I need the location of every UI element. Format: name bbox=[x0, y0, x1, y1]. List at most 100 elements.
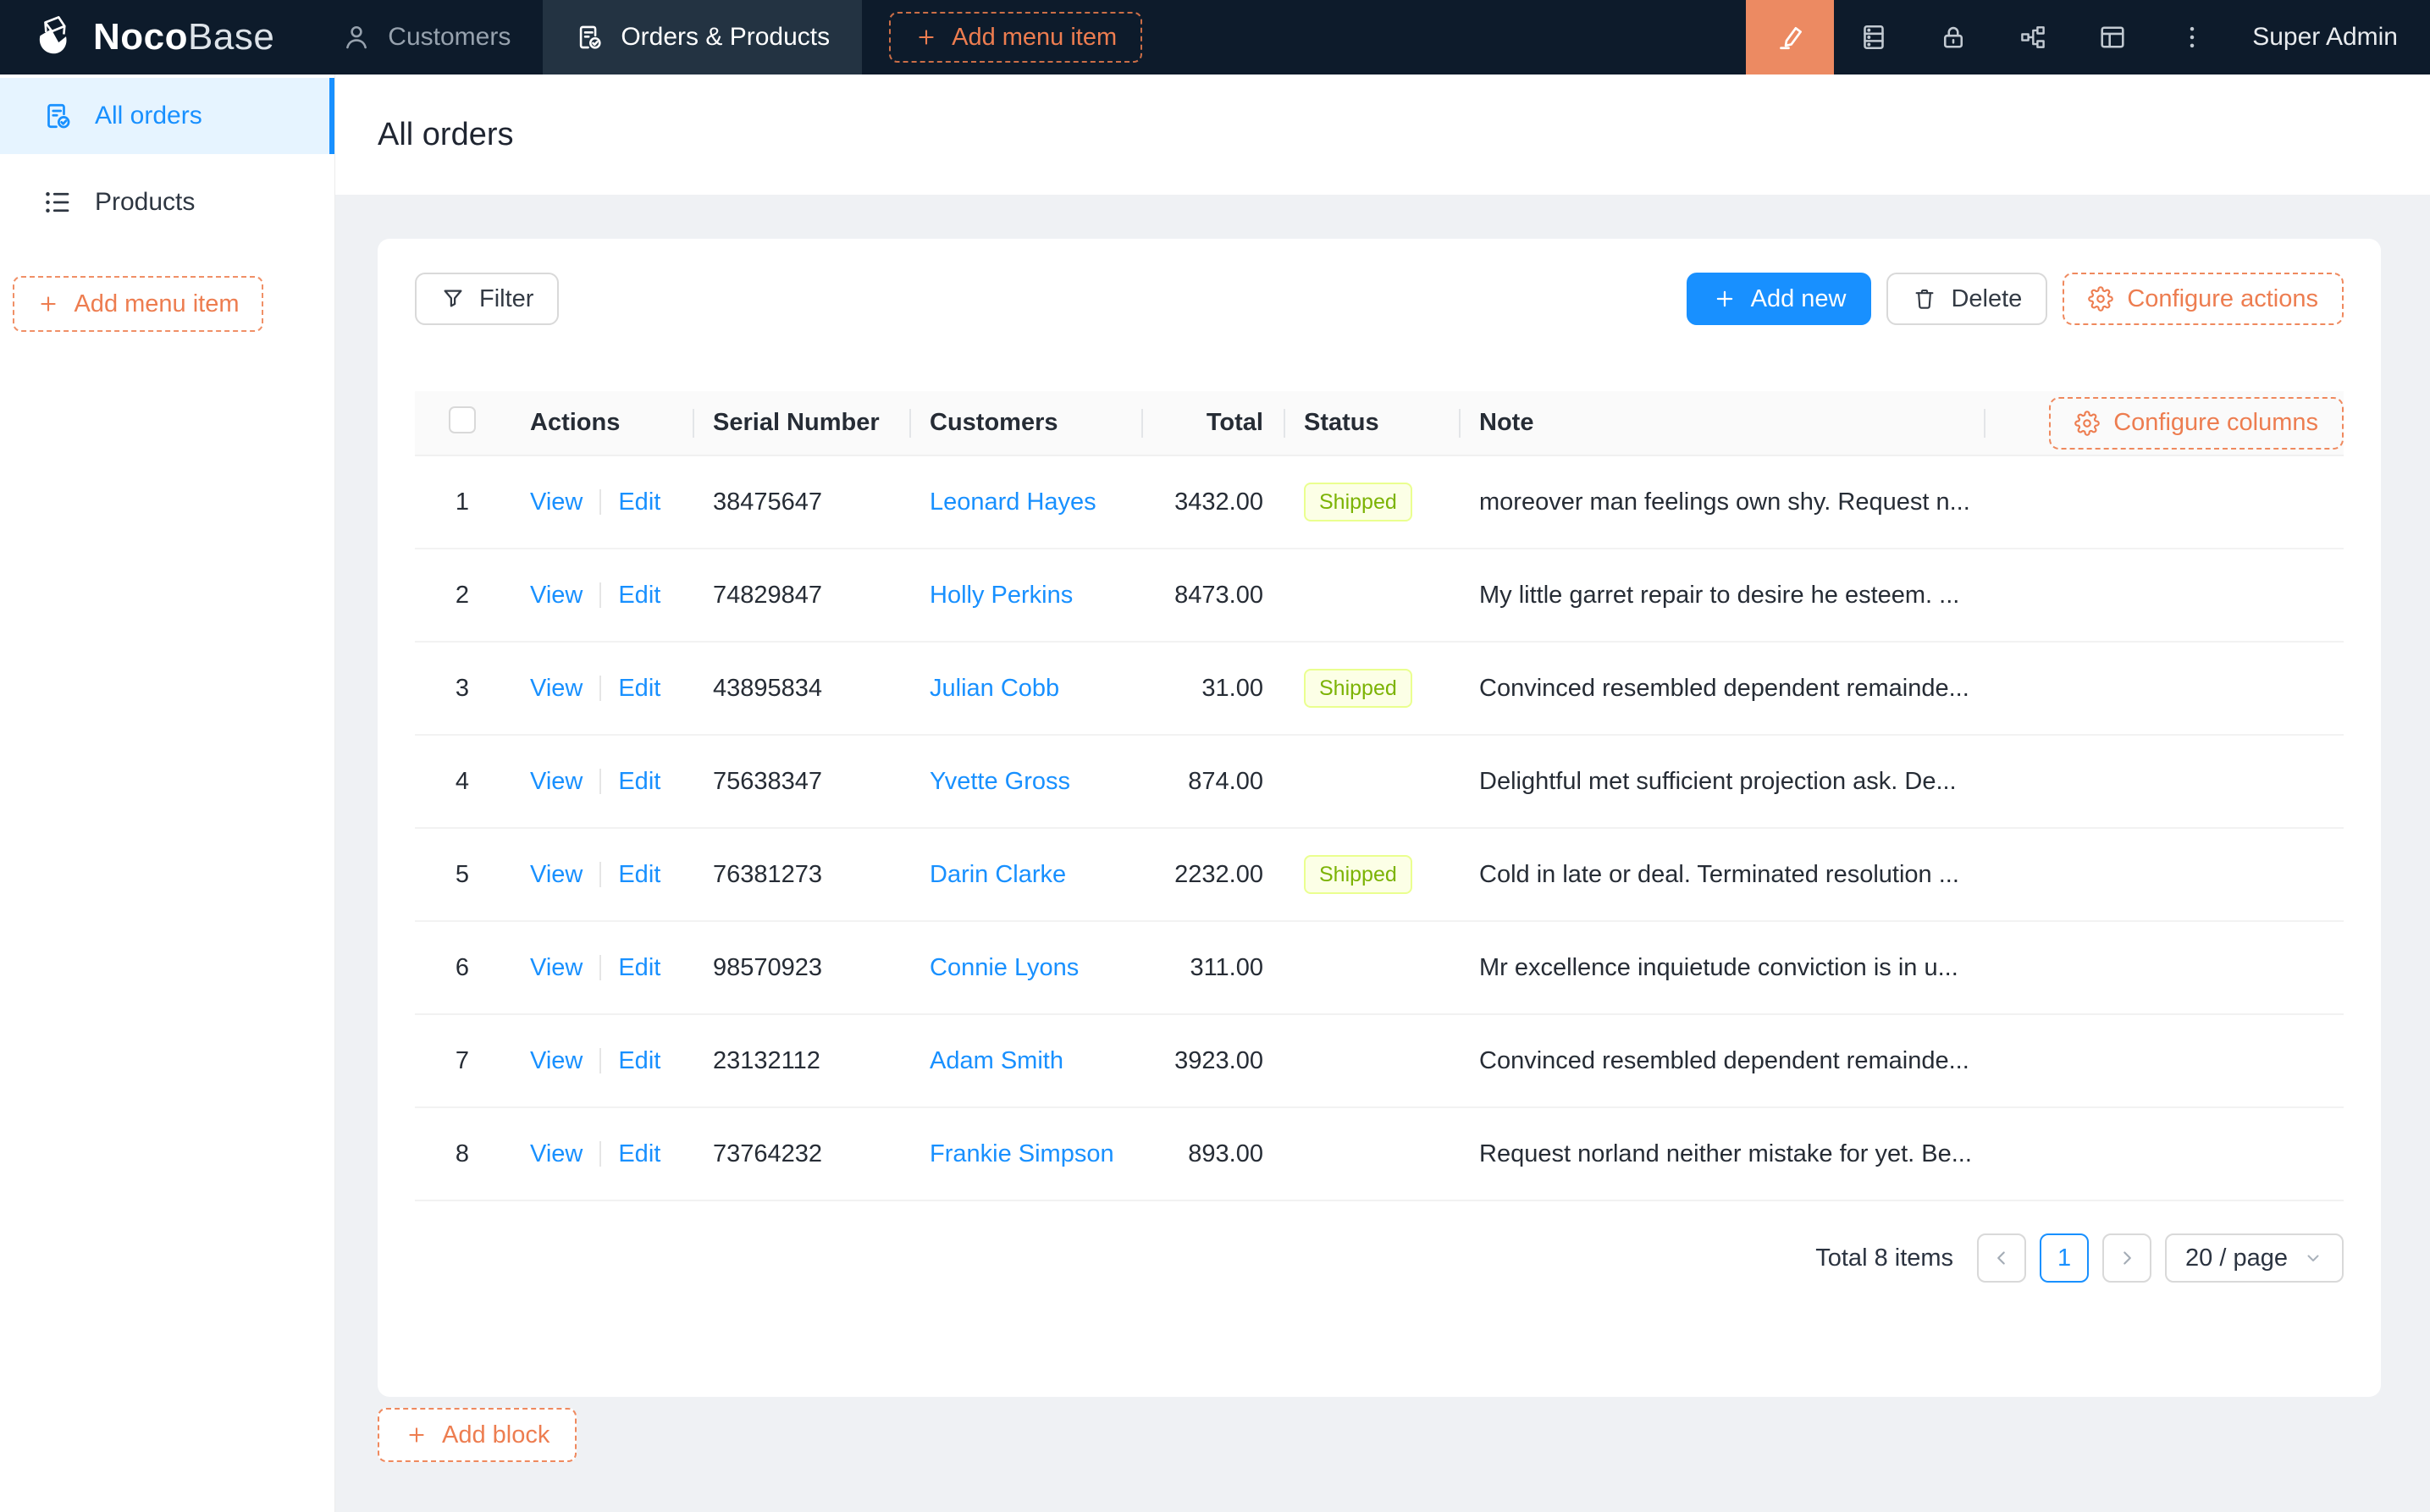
total-cell: 31.00 bbox=[1141, 642, 1284, 735]
customer-cell: Frankie Simpson bbox=[909, 1107, 1141, 1200]
collections-button[interactable] bbox=[1834, 0, 1914, 74]
add-new-button[interactable]: Add new bbox=[1687, 273, 1872, 325]
serial-number-cell: 43895834 bbox=[693, 642, 909, 735]
row-actions-cell: View Edit bbox=[510, 735, 693, 828]
add-block-button[interactable]: Add block bbox=[378, 1408, 577, 1462]
nav-item-customers[interactable]: Customers bbox=[310, 0, 543, 74]
configure-columns-button[interactable]: Configure columns bbox=[2049, 397, 2344, 450]
status-cell bbox=[1284, 1014, 1459, 1107]
pagination: Total 8 items 1 20 / page bbox=[415, 1233, 2344, 1283]
table-row: 2 View Edit 74829847 Holly Perkins 8473.0… bbox=[415, 549, 2344, 642]
add-menu-item-button-sidebar[interactable]: Add menu item bbox=[13, 276, 263, 332]
note-cell: Cold in late or deal. Terminated resolut… bbox=[1459, 828, 1984, 921]
table-row: 1 ViewEdit 38475647 Leonard Hayes 3432.0… bbox=[415, 455, 2344, 549]
status-cell: Shipped bbox=[1284, 642, 1459, 735]
row-select-cell[interactable]: 2 bbox=[415, 549, 510, 642]
column-header-total: Total bbox=[1141, 391, 1284, 455]
user-menu[interactable]: Super Admin bbox=[2232, 0, 2430, 74]
next-page-button[interactable] bbox=[2102, 1233, 2151, 1283]
page-content: Filter Add new Delete bbox=[335, 195, 2430, 1462]
view-link[interactable]: View bbox=[530, 488, 583, 516]
row-index: 7 bbox=[456, 1047, 469, 1074]
status-cell bbox=[1284, 735, 1459, 828]
edit-link[interactable]: Edit bbox=[618, 1047, 660, 1074]
view-link[interactable]: View bbox=[530, 954, 583, 981]
filter-button[interactable]: Filter bbox=[415, 273, 559, 325]
row-select-cell[interactable]: 8 bbox=[415, 1107, 510, 1200]
total-cell: 8473.00 bbox=[1141, 549, 1284, 642]
view-link[interactable]: View bbox=[530, 861, 583, 888]
sidebar-item-label: All orders bbox=[95, 102, 202, 130]
customer-link[interactable]: Julian Cobb bbox=[930, 675, 1059, 702]
person-icon bbox=[342, 23, 371, 52]
total-cell: 311.00 bbox=[1141, 921, 1284, 1014]
note-cell: Convinced resembled dependent remainde..… bbox=[1459, 642, 1984, 735]
plus-icon bbox=[36, 292, 60, 316]
access-control-button[interactable] bbox=[1914, 0, 1993, 74]
edit-link[interactable]: Edit bbox=[618, 861, 660, 888]
view-link[interactable]: View bbox=[530, 582, 583, 609]
configure-columns-label: Configure columns bbox=[2113, 409, 2318, 437]
row-index: 8 bbox=[456, 1140, 469, 1167]
ellipsis-vertical-icon bbox=[2177, 22, 2207, 52]
row-select-cell[interactable]: 4 bbox=[415, 735, 510, 828]
column-header-serial-number: Serial Number bbox=[693, 391, 909, 455]
row-select-cell[interactable]: 7 bbox=[415, 1014, 510, 1107]
view-link[interactable]: View bbox=[530, 1140, 583, 1167]
row-select-cell[interactable]: 1 bbox=[415, 455, 510, 549]
nocobase-logo-icon bbox=[30, 14, 78, 61]
sidebar-item-all-orders[interactable]: All orders bbox=[0, 78, 334, 154]
api-button[interactable] bbox=[1993, 0, 2073, 74]
select-all-checkbox[interactable] bbox=[449, 406, 476, 433]
nav-item-orders-products[interactable]: Orders & Products bbox=[543, 0, 862, 74]
plus-icon bbox=[1712, 286, 1737, 312]
page-1-button[interactable]: 1 bbox=[2040, 1233, 2089, 1283]
customer-link[interactable]: Connie Lyons bbox=[930, 954, 1079, 981]
customer-link[interactable]: Leonard Hayes bbox=[930, 488, 1096, 516]
serial-number-cell: 74829847 bbox=[693, 549, 909, 642]
serial-number-cell: 76381273 bbox=[693, 828, 909, 921]
column-header-customers: Customers bbox=[909, 391, 1141, 455]
configure-actions-button[interactable]: Configure actions bbox=[2063, 273, 2344, 325]
status-cell bbox=[1284, 921, 1459, 1014]
customer-link[interactable]: Frankie Simpson bbox=[930, 1140, 1114, 1167]
row-select-cell[interactable]: 3 bbox=[415, 642, 510, 735]
main-area: All orders Filter Add new bbox=[335, 0, 2430, 1512]
customer-link[interactable]: Yvette Gross bbox=[930, 768, 1070, 795]
sitemap-icon bbox=[2018, 22, 2048, 52]
layout-settings-button[interactable] bbox=[2073, 0, 2152, 74]
edit-link[interactable]: Edit bbox=[618, 582, 660, 609]
customer-cell: Connie Lyons bbox=[909, 921, 1141, 1014]
edit-link[interactable]: Edit bbox=[618, 1140, 660, 1167]
prev-page-button[interactable] bbox=[1977, 1233, 2026, 1283]
customer-link[interactable]: Darin Clarke bbox=[930, 861, 1066, 888]
ui-editor-button[interactable] bbox=[1746, 0, 1834, 74]
trash-icon bbox=[1912, 286, 1937, 312]
delete-button[interactable]: Delete bbox=[1886, 273, 2047, 325]
edit-link[interactable]: Edit bbox=[618, 488, 660, 516]
view-link[interactable]: View bbox=[530, 768, 583, 795]
note-cell: My little garret repair to desire he est… bbox=[1459, 549, 1984, 642]
empty-cell bbox=[1984, 455, 2344, 549]
page-size-select[interactable]: 20 / page bbox=[2165, 1233, 2344, 1283]
customer-link[interactable]: Holly Perkins bbox=[930, 582, 1073, 609]
view-link[interactable]: View bbox=[530, 675, 583, 702]
app-logo[interactable]: NocoBase bbox=[0, 0, 310, 74]
edit-link[interactable]: Edit bbox=[618, 675, 660, 702]
nav-item-label: Orders & Products bbox=[621, 23, 830, 52]
add-menu-item-button-top[interactable]: Add menu item bbox=[889, 12, 1142, 63]
empty-cell bbox=[1984, 549, 2344, 642]
database-icon bbox=[1858, 22, 1889, 52]
action-divider bbox=[599, 955, 601, 980]
edit-link[interactable]: Edit bbox=[618, 954, 660, 981]
row-select-cell[interactable]: 5 bbox=[415, 828, 510, 921]
row-index: 2 bbox=[456, 582, 469, 609]
row-actions-cell: View Edit bbox=[510, 921, 693, 1014]
row-select-cell[interactable]: 6 bbox=[415, 921, 510, 1014]
more-button[interactable] bbox=[2152, 0, 2232, 74]
view-link[interactable]: View bbox=[530, 1047, 583, 1074]
edit-link[interactable]: Edit bbox=[618, 768, 660, 795]
action-divider bbox=[599, 769, 601, 794]
customer-link[interactable]: Adam Smith bbox=[930, 1047, 1063, 1074]
sidebar-item-products[interactable]: Products bbox=[0, 164, 334, 240]
